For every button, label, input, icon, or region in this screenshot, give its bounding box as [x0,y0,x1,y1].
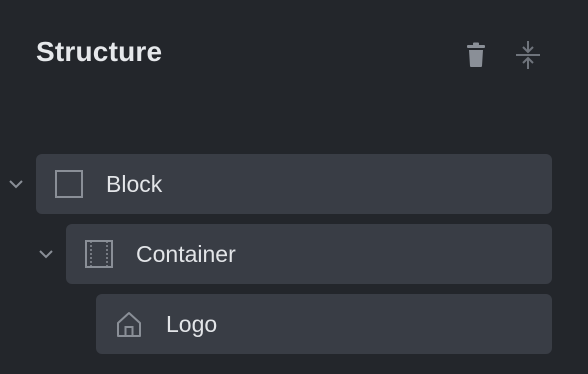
trash-icon [467,42,485,67]
container-expand-toggle[interactable] [36,244,56,264]
tree-item-label: Container [136,241,236,267]
tree-item-container[interactable]: Container [66,224,552,284]
tree-item-label: Block [106,171,163,197]
chevron-down-icon [39,250,53,259]
delete-button[interactable] [459,38,493,72]
tree-item-label: Logo [166,311,218,337]
block-square-icon [54,169,84,199]
tree-item-logo[interactable]: Logo [96,294,552,354]
home-icon [114,309,144,339]
collapse-all-button[interactable] [511,38,545,72]
panel-title: Structure [36,36,163,67]
structure-panel: Structure Block Container Logo [0,0,588,374]
collapse-vertical-icon [516,41,540,69]
chevron-down-icon [9,180,23,189]
block-expand-toggle[interactable] [6,174,26,194]
tree-item-block[interactable]: Block [36,154,552,214]
container-icon [84,239,114,269]
